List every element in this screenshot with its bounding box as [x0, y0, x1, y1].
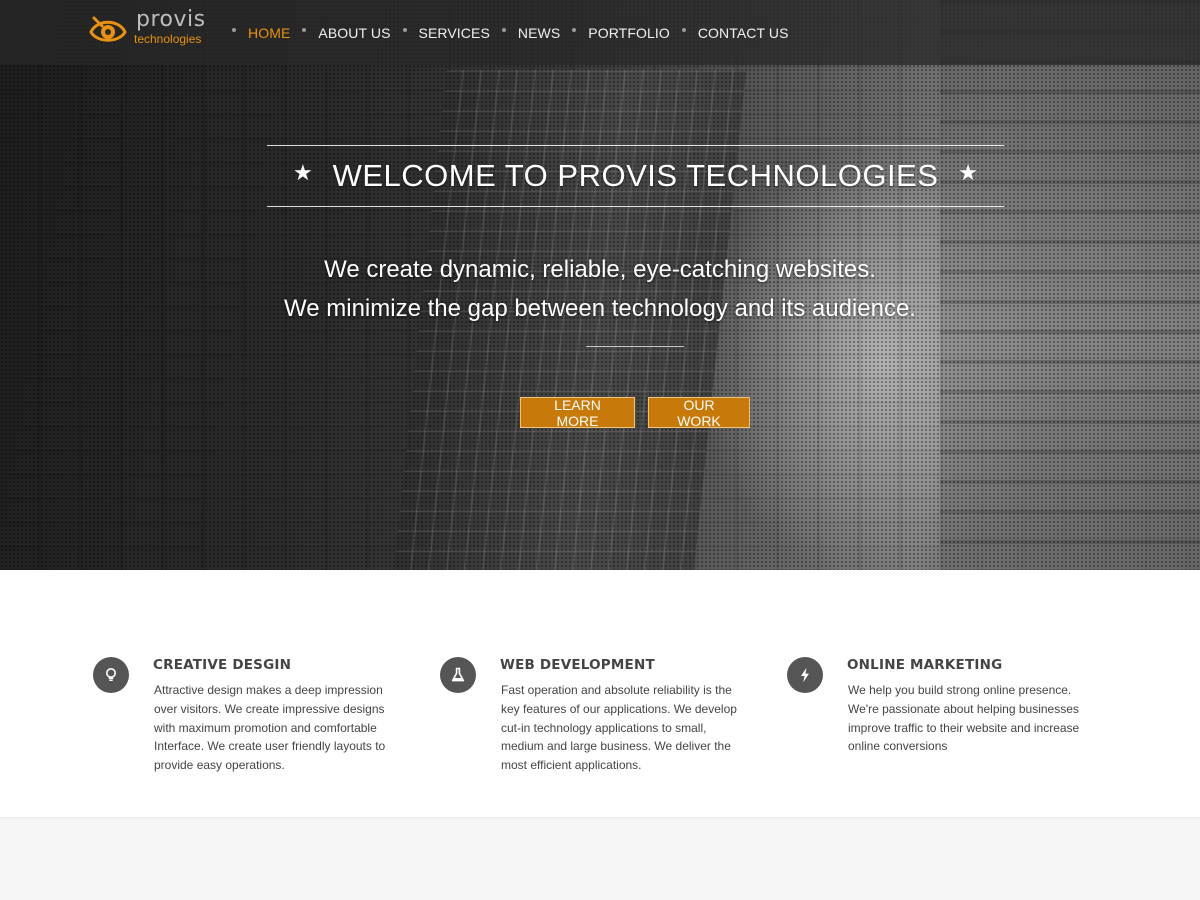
top-navbar: provis technologies HOME ABOUT US SERVIC… [0, 0, 1200, 65]
feature-description: Fast operation and absolute reliability … [501, 683, 737, 773]
nav-separator-dot [302, 27, 307, 32]
nav-separator-dot [232, 27, 236, 32]
nav-item-news: NEWS [490, 25, 560, 41]
nav-separator-dot [501, 27, 506, 32]
lightbulb-icon [93, 657, 129, 693]
nav-link-about[interactable]: ABOUT US [318, 25, 390, 41]
nav-item-about: ABOUT US [290, 25, 390, 41]
flask-icon [440, 657, 476, 693]
nav-link-portfolio[interactable]: PORTFOLIO [588, 25, 670, 41]
lightning-icon [787, 657, 823, 693]
nav-link-home[interactable]: HOME [248, 25, 290, 41]
feature-title: ONLINE MARKETING [847, 657, 1003, 673]
main-nav: HOME ABOUT US SERVICES NEWS PORTFOLIO CO… [220, 0, 789, 65]
learn-more-button[interactable]: LEARN MORE [520, 397, 635, 429]
hero-tagline: We minimize the gap between technology a… [284, 295, 916, 322]
footer-band [0, 817, 1200, 900]
brand-logo[interactable]: provis technologies [88, 8, 218, 52]
nav-separator-dot [402, 27, 407, 32]
star-icon: ★ [293, 160, 313, 185]
feature-description: Attractive design makes a deep impressio… [154, 683, 386, 773]
nav-separator-dot [681, 27, 686, 32]
nav-link-news[interactable]: NEWS [518, 25, 560, 41]
hero-tagline: We create dynamic, reliable, eye-catchin… [324, 256, 876, 283]
feature-description: We help you build strong online presence… [848, 683, 1080, 754]
nav-link-services[interactable]: SERVICES [419, 25, 490, 41]
hero-divider [586, 346, 684, 347]
nav-separator-dot [572, 27, 577, 32]
nav-item-services: SERVICES [391, 25, 490, 41]
nav-item-portfolio: PORTFOLIO [560, 25, 670, 41]
brand-subtitle: technologies [134, 32, 202, 46]
our-work-button[interactable]: OUR WORK [648, 397, 750, 429]
nav-item-contact: CONTACT US [670, 25, 789, 41]
logo-eye-icon [89, 16, 127, 42]
nav-link-contact[interactable]: CONTACT US [698, 25, 789, 41]
hero-headline: WELCOME TO PROVIS TECHNOLOGIES [332, 158, 939, 193]
nav-item-home: HOME [220, 25, 290, 41]
headline-frame: ★ WELCOME TO PROVIS TECHNOLOGIES ★ [267, 145, 1004, 207]
features-section: CREATIVE DESGIN Attractive design makes … [0, 570, 1200, 817]
feature-title: WEB DEVELOPMENT [500, 657, 655, 673]
star-icon: ★ [958, 160, 978, 185]
hero-content: ★ WELCOME TO PROVIS TECHNOLOGIES ★ We cr… [0, 0, 1200, 570]
brand-name: provis [136, 7, 206, 32]
feature-title: CREATIVE DESGIN [153, 657, 292, 673]
